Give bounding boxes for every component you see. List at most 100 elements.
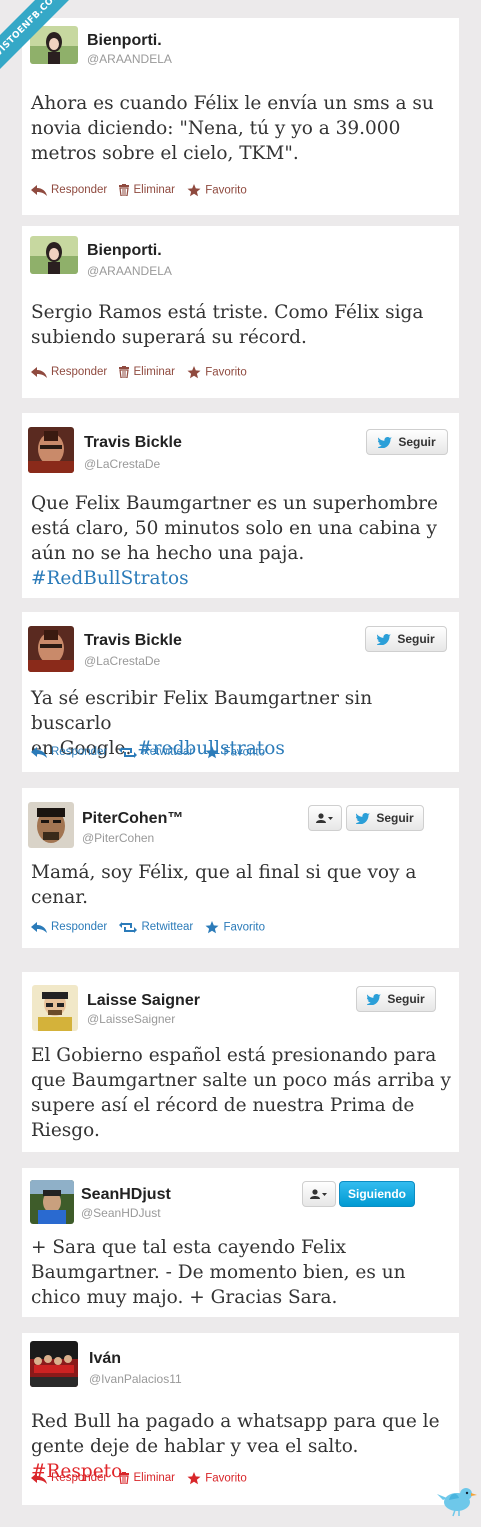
following-button[interactable]: Siguiendo bbox=[339, 1181, 415, 1207]
tweet-text-line: Riesgo. bbox=[31, 1120, 100, 1141]
user-actions-dropdown[interactable] bbox=[302, 1181, 336, 1207]
favorite-button[interactable]: Favorito bbox=[187, 184, 247, 197]
avatar[interactable] bbox=[30, 236, 78, 274]
favorite-button[interactable]: Favorito bbox=[205, 746, 265, 759]
author-handle[interactable]: @LaCrestaDe bbox=[84, 654, 160, 668]
follow-button[interactable]: Seguir bbox=[366, 429, 448, 455]
tweet-text-line: Red Bull ha pagado a whatsapp para que l… bbox=[31, 1411, 440, 1432]
author-name[interactable]: SeanHDjust bbox=[81, 1186, 171, 1204]
tweet-text-line: Ya sé escribir Felix Baumgartner sin bus… bbox=[31, 688, 373, 734]
reply-button[interactable]: Responder bbox=[31, 184, 107, 196]
tweet-actions: Responder Retwittear Favorito bbox=[31, 746, 274, 759]
tweet-text-line: Que Felix Baumgartner es un superhombre bbox=[31, 493, 438, 514]
author-name[interactable]: Iván bbox=[89, 1350, 121, 1368]
avatar[interactable] bbox=[30, 1341, 78, 1387]
follow-button[interactable]: Seguir bbox=[365, 626, 447, 652]
author-handle[interactable]: @IvanPalacios11 bbox=[89, 1372, 182, 1386]
author-handle[interactable]: @PiterCohen bbox=[82, 831, 154, 845]
person-dropdown-icon bbox=[316, 813, 333, 823]
tweet-actions: Responder Eliminar Favorito bbox=[31, 1472, 256, 1485]
author-handle[interactable]: @LaisseSaigner bbox=[87, 1012, 175, 1026]
tweet-text: Sergio Ramos está triste. Como Félix sig… bbox=[31, 300, 453, 350]
reply-button[interactable]: Responder bbox=[31, 746, 107, 758]
tweet-text-line: novia diciendo: "Nena, tú y yo a 39.000 bbox=[31, 118, 401, 139]
follow-button[interactable]: Seguir bbox=[346, 805, 424, 831]
delete-button[interactable]: Eliminar bbox=[119, 366, 175, 379]
avatar[interactable] bbox=[28, 427, 74, 473]
reply-button[interactable]: Responder bbox=[31, 1472, 107, 1484]
user-actions-dropdown[interactable] bbox=[308, 805, 342, 831]
tweet-text-line: Sergio Ramos está triste. Como Félix sig… bbox=[31, 302, 424, 323]
retweet-icon bbox=[119, 921, 138, 933]
person-dropdown-icon bbox=[310, 1189, 327, 1199]
follow-label: Siguiendo bbox=[348, 1187, 406, 1201]
star-icon bbox=[205, 921, 219, 934]
reply-button[interactable]: Responder bbox=[31, 366, 107, 378]
tweet-text-line: cenar. bbox=[31, 887, 88, 908]
favorite-button[interactable]: Favorito bbox=[187, 1472, 247, 1485]
tweet-text-line: que Baumgartner salte un poco más arriba… bbox=[31, 1070, 451, 1091]
tweet-card: Laisse Saigner @LaisseSaigner Seguir El … bbox=[22, 972, 459, 1152]
twitter-bird-logo-icon bbox=[437, 1488, 477, 1517]
follow-label: Seguir bbox=[398, 435, 436, 449]
tweet-card: PiterCohen™ @PiterCohen Seguir Mamá, soy… bbox=[22, 788, 459, 948]
star-icon bbox=[187, 184, 201, 197]
reply-button[interactable]: Responder bbox=[31, 921, 107, 933]
tweet-text-line: aún no se ha hecho una paja. bbox=[31, 543, 305, 564]
delete-button[interactable]: Eliminar bbox=[119, 184, 175, 197]
follow-label: Seguir bbox=[376, 811, 414, 825]
twitter-bird-icon bbox=[367, 993, 382, 1005]
author-name[interactable]: Travis Bickle bbox=[84, 434, 182, 452]
tweet-text-line: Ahora es cuando Félix le envía un sms a … bbox=[31, 93, 434, 114]
author-name[interactable]: Travis Bickle bbox=[84, 632, 182, 650]
author-handle[interactable]: @SeanHDJust bbox=[81, 1206, 161, 1220]
tweet-text-line: está claro, 50 minutos solo en una cabin… bbox=[31, 518, 437, 539]
avatar[interactable] bbox=[30, 1180, 74, 1224]
tweet-card: SeanHDjust @SeanHDJust Siguiendo + Sara … bbox=[22, 1168, 459, 1317]
delete-button[interactable]: Eliminar bbox=[119, 1472, 175, 1485]
avatar[interactable] bbox=[28, 626, 74, 672]
tweet-text-line: Mamá, soy Félix, que al final si que voy… bbox=[31, 862, 417, 883]
tweet-card: Travis Bickle @LaCrestaDe Seguir Que Fel… bbox=[22, 413, 459, 598]
trash-icon bbox=[119, 1472, 130, 1485]
reply-icon bbox=[31, 1472, 47, 1484]
tweet-text-line: chico muy majo. + Gracias Sara. bbox=[31, 1287, 338, 1308]
follow-label: Seguir bbox=[397, 632, 435, 646]
favorite-button[interactable]: Favorito bbox=[205, 921, 265, 934]
tweet-actions: Responder Retwittear Favorito bbox=[31, 921, 274, 934]
tweet-card: Iván @IvanPalacios11 Red Bull ha pagado … bbox=[22, 1333, 459, 1505]
reply-icon bbox=[31, 921, 47, 933]
twitter-bird-icon bbox=[356, 812, 371, 824]
tweet-text: Ahora es cuando Félix le envía un sms a … bbox=[31, 91, 453, 166]
tweet-text: + Sara que tal esta cayendo Felix Baumga… bbox=[31, 1235, 453, 1310]
star-icon bbox=[187, 366, 201, 379]
trash-icon bbox=[119, 366, 130, 379]
retweet-icon bbox=[119, 746, 138, 758]
follow-button[interactable]: Seguir bbox=[356, 986, 436, 1012]
reply-icon bbox=[31, 366, 47, 378]
twitter-bird-icon bbox=[377, 633, 392, 645]
favorite-button[interactable]: Favorito bbox=[187, 366, 247, 379]
avatar[interactable] bbox=[32, 985, 78, 1031]
avatar[interactable] bbox=[28, 802, 74, 848]
retweet-button[interactable]: Retwittear bbox=[119, 921, 193, 933]
tweet-actions: Responder Eliminar Favorito bbox=[31, 184, 256, 197]
author-handle[interactable]: @ARAANDELA bbox=[87, 52, 172, 66]
follow-label: Seguir bbox=[387, 992, 425, 1006]
reply-icon bbox=[31, 746, 47, 758]
author-name[interactable]: Bienporti. bbox=[87, 32, 162, 50]
author-handle[interactable]: @LaCrestaDe bbox=[84, 457, 160, 471]
tweet-text-line: + Sara que tal esta cayendo Felix bbox=[31, 1237, 347, 1258]
author-name[interactable]: Bienporti. bbox=[87, 242, 162, 260]
tweet-text: Que Felix Baumgartner es un superhombre … bbox=[31, 491, 453, 591]
twitter-bird-icon bbox=[378, 436, 393, 448]
retweet-button[interactable]: Retwittear bbox=[119, 746, 193, 758]
tweet-actions: Responder Eliminar Favorito bbox=[31, 366, 256, 379]
trash-icon bbox=[119, 184, 130, 197]
author-handle[interactable]: @ARAANDELA bbox=[87, 264, 172, 278]
author-name[interactable]: Laisse Saigner bbox=[87, 992, 200, 1010]
tweet-card: Travis Bickle @LaCrestaDe Seguir Ya sé e… bbox=[22, 612, 459, 772]
tweet-text-line: supere así el récord de nuestra Prima de bbox=[31, 1095, 415, 1116]
author-name[interactable]: PiterCohen™ bbox=[82, 810, 183, 828]
hashtag-link[interactable]: #RedBullStratos bbox=[31, 566, 453, 591]
